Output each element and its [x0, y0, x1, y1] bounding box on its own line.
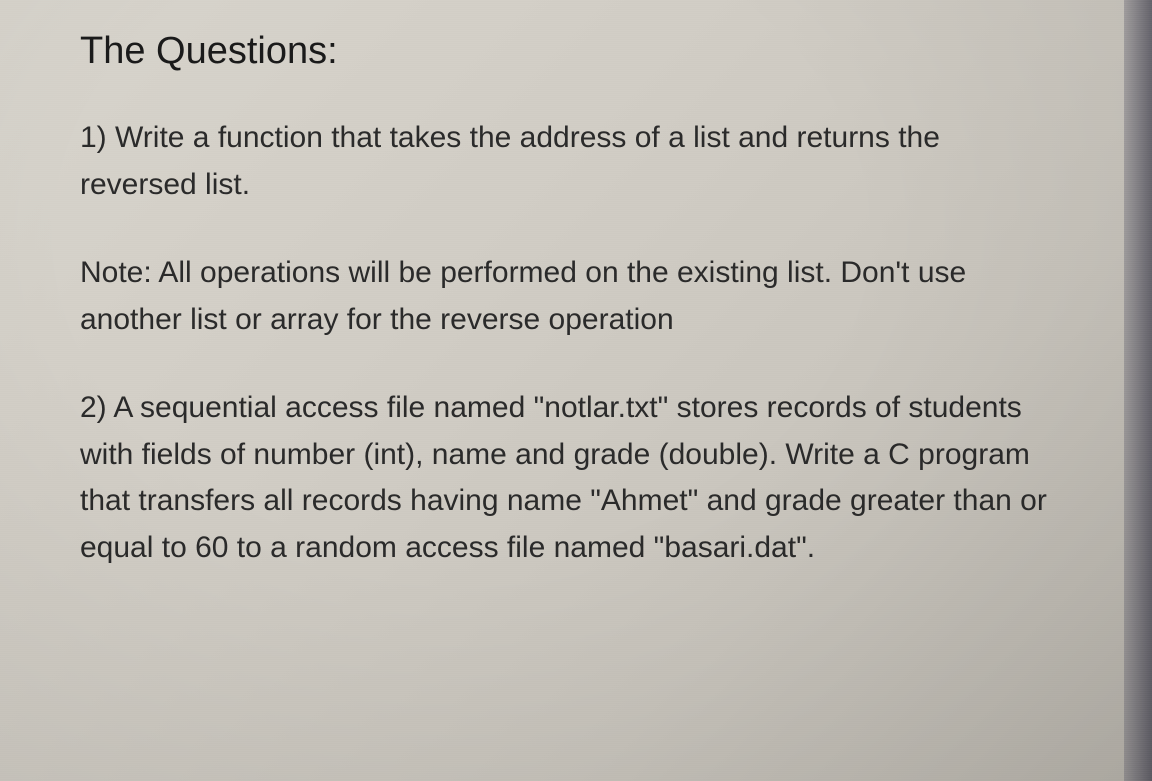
- question-2: 2) A sequential access file named "notla…: [80, 385, 1060, 571]
- screen-edge: [1124, 0, 1152, 781]
- document-content: The Questions: 1) Write a function that …: [0, 0, 1152, 601]
- section-heading: The Questions:: [80, 30, 1072, 73]
- question-1: 1) Write a function that takes the addre…: [80, 115, 1060, 208]
- question-1-note: Note: All operations will be performed o…: [80, 250, 1060, 343]
